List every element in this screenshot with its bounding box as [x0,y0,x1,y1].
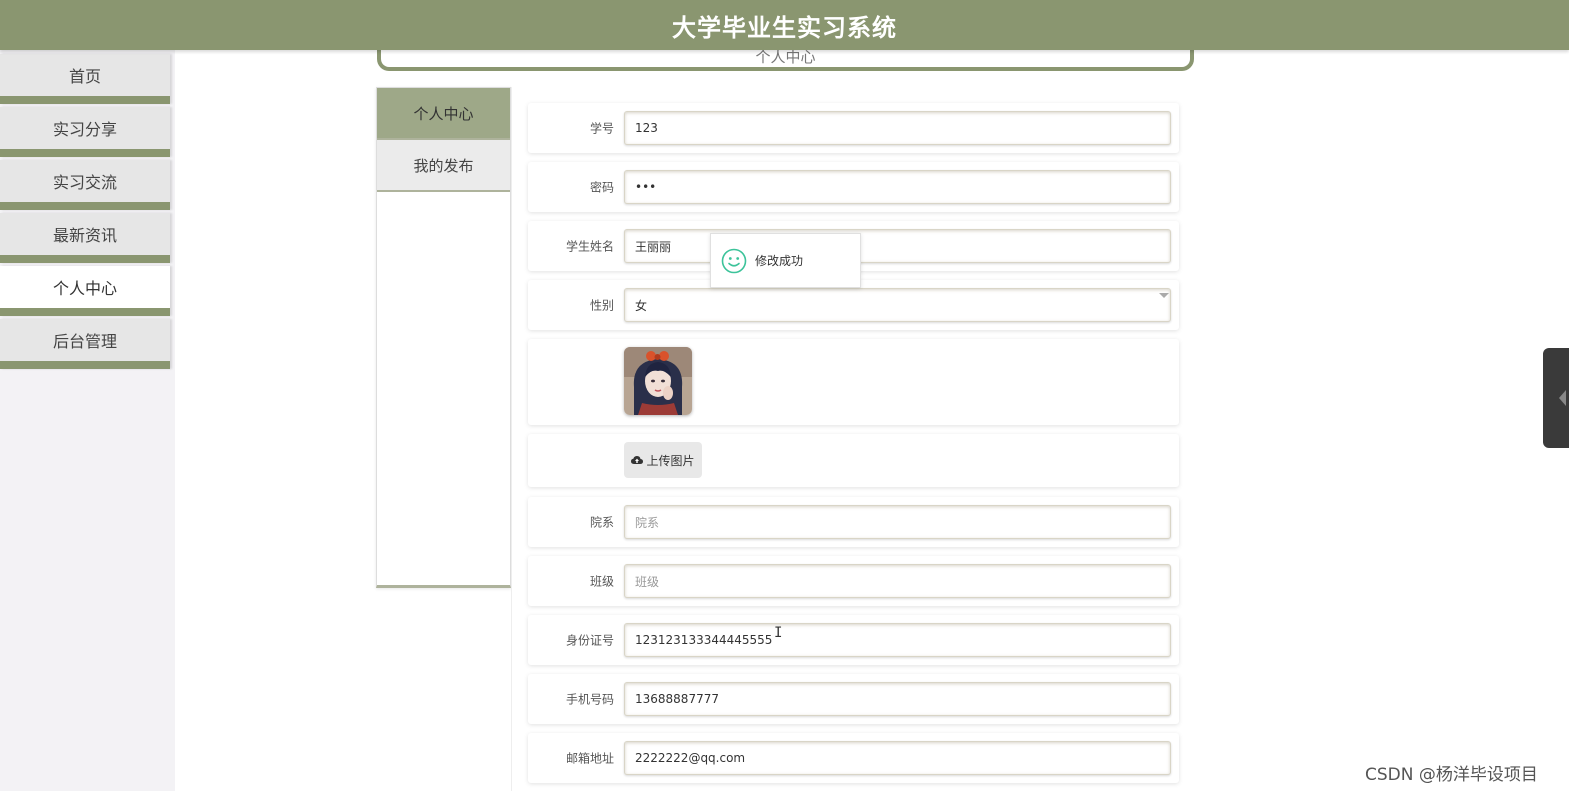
gender-value: 女 [635,298,648,313]
name-label: 学生姓名 [565,239,614,254]
upload-image-label: 上传图片 [646,453,695,468]
student-id-field[interactable]: 123 [624,111,1171,145]
phone-label: 手机号码 [565,692,614,707]
password-field[interactable]: ••• [624,170,1171,204]
subnav-item-personal-center[interactable]: 个人中心 [377,88,510,140]
form-row-id-card: 身份证号 123123133344445555 [528,615,1179,665]
toast-message: 修改成功 [755,254,804,268]
form-row-upload: 上传图片 [528,434,1179,487]
chevron-left-icon [1559,390,1566,406]
gender-label: 性别 [589,298,614,313]
form-row-department: 院系 院系 [528,497,1179,547]
phone-field[interactable]: 13688887777 [624,682,1171,716]
profile-form: 学号 123 密码 ••• 学生姓名 王丽丽 性别 女 上传图片 院系 院系 班… [511,87,1194,791]
sidebar-item-home[interactable]: 首页 [0,54,170,104]
form-row-password: 密码 ••• [528,162,1179,212]
student-id-label: 学号 [589,121,614,136]
form-row-email: 邮箱地址 2222222@qq.com [528,733,1179,783]
upload-image-button[interactable]: 上传图片 [624,442,702,478]
smile-icon [721,248,747,273]
app-title: 大学毕业生实习系统 [672,13,897,42]
sidebar-item-news[interactable]: 最新资讯 [0,213,170,263]
sidebar: 首页 实习分享 实习交流 最新资讯 个人中心 后台管理 [0,50,175,791]
sidebar-item-admin[interactable]: 后台管理 [0,319,170,369]
class-label: 班级 [589,574,614,589]
id-card-label: 身份证号 [565,633,614,648]
sidebar-item-internship-exchange[interactable]: 实习交流 [0,160,170,210]
sidebar-item-internship-share[interactable]: 实习分享 [0,107,170,157]
id-card-field[interactable]: 123123133344445555 [624,623,1171,657]
gender-select[interactable]: 女 [624,288,1171,322]
email-field[interactable]: 2222222@qq.com [624,741,1171,775]
class-field[interactable]: 班级 [624,564,1171,598]
cloud-upload-icon [631,456,644,464]
avatar-image[interactable] [624,347,692,415]
watermark: CSDN @杨洋毕设项目 [1365,765,1538,785]
success-toast: 修改成功 [710,233,861,288]
department-field[interactable]: 院系 [624,505,1171,539]
form-row-student-id: 学号 123 [528,103,1179,153]
text-cursor-icon: I [774,625,783,641]
form-row-avatar [528,339,1179,425]
side-drawer-handle[interactable] [1543,348,1569,448]
sidebar-item-personal-center[interactable]: 个人中心 [0,266,170,316]
chevron-down-icon[interactable] [1159,293,1169,298]
sub-navigation: 个人中心 我的发布 [376,87,511,588]
form-row-phone: 手机号码 13688887777 [528,674,1179,724]
department-label: 院系 [589,515,614,530]
top-header: 大学毕业生实习系统 [0,0,1569,50]
subnav-item-my-posts[interactable]: 我的发布 [377,140,510,192]
password-label: 密码 [589,180,614,195]
name-field[interactable]: 王丽丽 [624,229,1171,263]
email-label: 邮箱地址 [565,751,614,766]
form-row-class: 班级 班级 [528,556,1179,606]
